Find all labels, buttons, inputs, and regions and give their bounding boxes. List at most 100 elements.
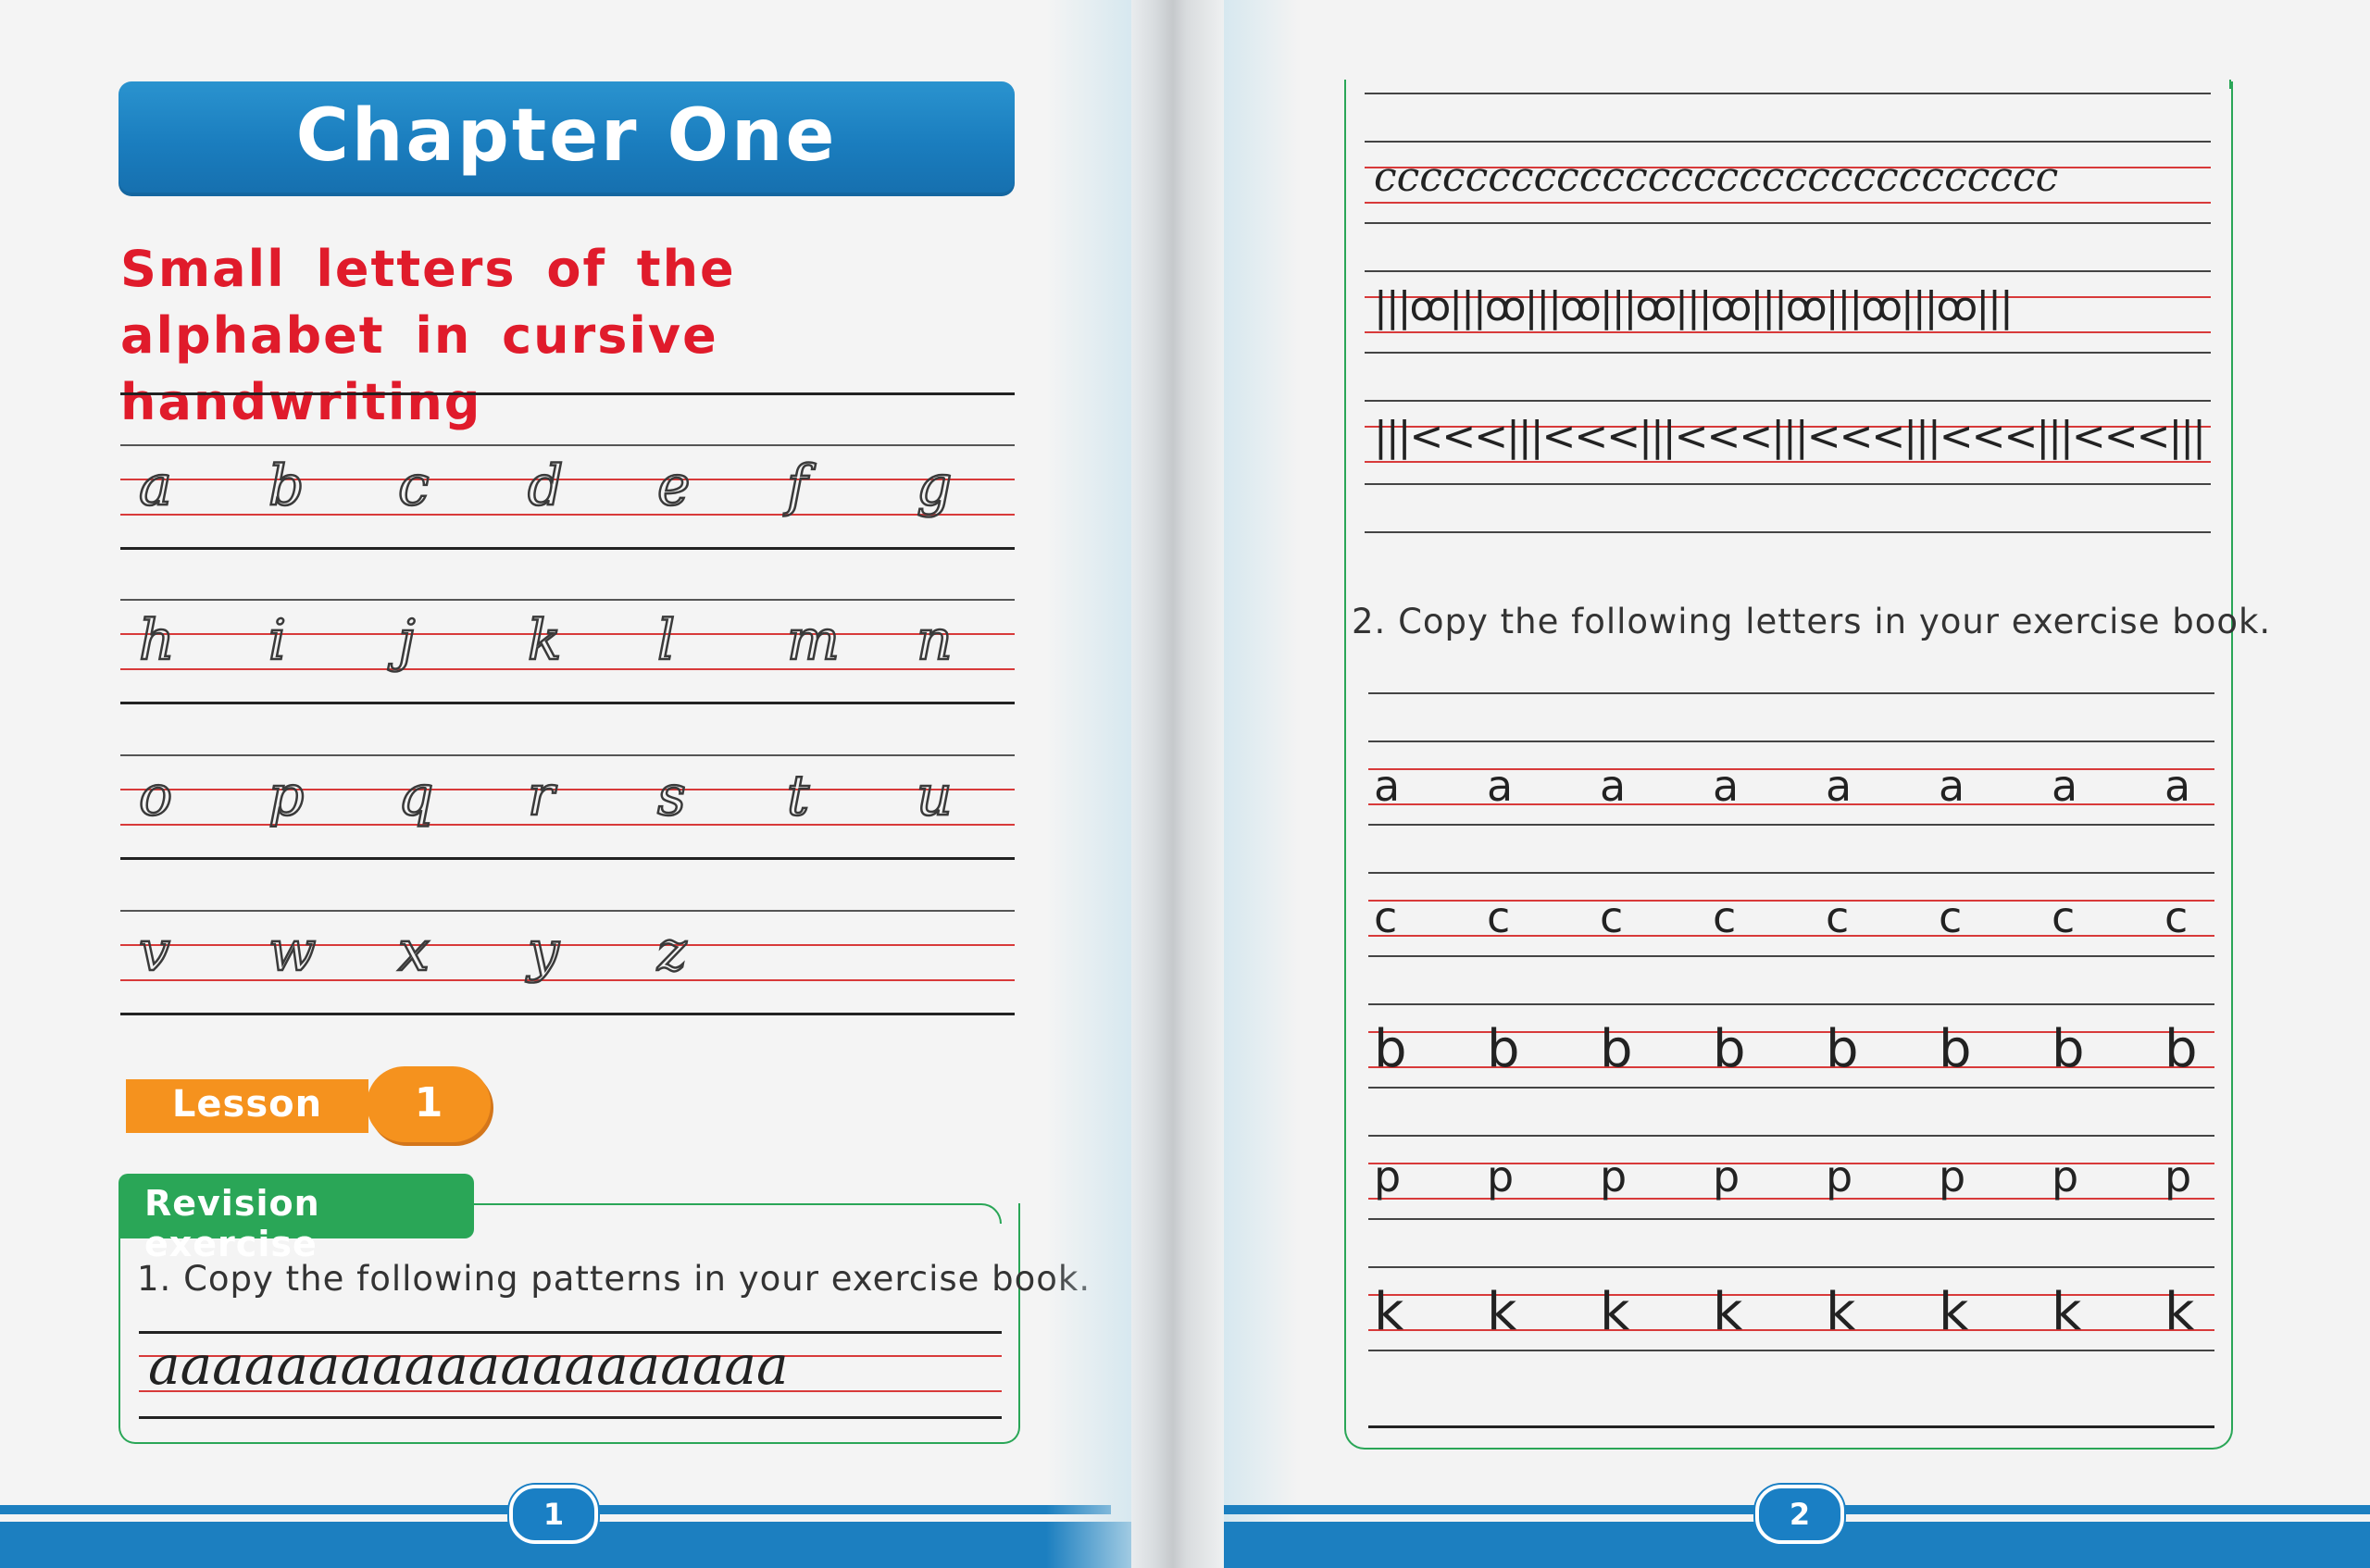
cursive-letter: b (268, 454, 306, 518)
right-page: cccccccccccccccccccccccccccccc |||ꝏ|||ꝏ||… (1224, 0, 2370, 1568)
copy-letter: b (2164, 1019, 2198, 1079)
guide-line (1365, 352, 2211, 354)
cursive-letter: w (268, 919, 318, 984)
copy-letter: c (2164, 892, 2189, 942)
guide-line (120, 444, 1015, 446)
cursive-letter: m (786, 608, 841, 673)
guide-line (120, 910, 1015, 912)
copy-letter: p (1600, 1151, 1628, 1201)
guide-line (1368, 1350, 2214, 1351)
guide-line (120, 1013, 1015, 1015)
copy-letter: k (1826, 1282, 1856, 1342)
cursive-letter: n (916, 608, 954, 673)
pattern-row2: |||ꝏ|||ꝏ|||ꝏ|||ꝏ|||ꝏ|||ꝏ|||ꝏ|||ꝏ||| (1374, 283, 2014, 330)
cursive-letter: x (397, 919, 430, 984)
copy-letter: b (1713, 1019, 1746, 1079)
exercise1-pattern: aaaaaaaaaaaaaaaaaaaa (148, 1338, 789, 1392)
cursive-letter: o (138, 764, 174, 828)
guide-redline (120, 944, 1015, 946)
guide-line (120, 754, 1015, 756)
copy-letter: k (1600, 1282, 1630, 1342)
guide-redline (120, 979, 1015, 981)
cursive-letter: e (656, 454, 692, 518)
copy-letter: c (1600, 892, 1624, 942)
copy-letter: k (1713, 1282, 1743, 1342)
guide-line (1368, 955, 2214, 957)
page-number: 1 (509, 1485, 598, 1544)
copy-letter: a (1374, 761, 1401, 811)
copy-letter: c (1487, 892, 1511, 942)
lesson-number-badge: 1 (367, 1066, 491, 1142)
copy-letter: b (2052, 1019, 2085, 1079)
guide-line (1365, 270, 2211, 272)
cursive-letter: u (916, 764, 954, 828)
copy-letter: k (2052, 1282, 2082, 1342)
guide-redline (120, 789, 1015, 790)
copy-letter: p (1374, 1151, 1402, 1201)
book-gutter (1131, 0, 1224, 1568)
cursive-letter: i (268, 608, 288, 673)
cursive-letter: g (916, 454, 954, 518)
guide-redline (120, 479, 1015, 480)
lesson-label: Lesson (171, 1083, 323, 1126)
cursive-letter: q (397, 764, 435, 828)
box-tick (1344, 80, 1346, 89)
cursive-letter: a (138, 454, 173, 518)
copy-letter: p (2164, 1151, 2192, 1201)
guide-redline (120, 824, 1015, 826)
revision-label: Revision exercise (144, 1183, 320, 1264)
guide-line (1368, 740, 2214, 742)
guide-redline (120, 514, 1015, 516)
guide-line (1368, 1425, 2214, 1428)
cursive-letter: v (138, 919, 171, 984)
copy-letter: p (1713, 1151, 1740, 1201)
copy-letter: c (1374, 892, 1398, 942)
copy-letter: b (1600, 1019, 1633, 1079)
copy-letter: a (1487, 761, 1514, 811)
chapter-banner: Chapter One (118, 81, 1015, 196)
copy-letter: b (1487, 1019, 1520, 1079)
copy-letter: p (1826, 1151, 1853, 1201)
exercise1-instruction: 1. Copy the following patterns in your e… (137, 1259, 1091, 1299)
copy-letter: b (1939, 1019, 1972, 1079)
guide-line (1368, 1266, 2214, 1268)
cursive-letter: k (527, 608, 563, 673)
cursive-letter: s (656, 764, 687, 828)
guide-line (1365, 222, 2211, 224)
lesson-tag: Lesson (126, 1079, 368, 1133)
guide-line (120, 857, 1015, 860)
copy-letter: b (1374, 1019, 1407, 1079)
guide-line (1365, 483, 2211, 485)
lesson-number: 1 (414, 1079, 443, 1126)
cursive-letter: h (138, 608, 176, 673)
left-page: Chapter One Small letters of the alphabe… (0, 0, 1131, 1568)
copy-letter: k (2164, 1282, 2195, 1342)
copy-letter: p (1487, 1151, 1515, 1201)
guide-line (120, 702, 1015, 704)
cursive-letter: r (527, 764, 555, 828)
exercise2-instruction: 2. Copy the following letters in your ex… (1352, 602, 2272, 641)
copy-letter: a (1713, 761, 1740, 811)
pattern-row3: |||<<<|||<<<|||<<<|||<<<|||<<<|||<<<|||<… (1374, 413, 2202, 460)
copy-letter: a (1826, 761, 1852, 811)
guide-line (1368, 1218, 2214, 1220)
guide-line (1365, 400, 2211, 402)
copy-letter: b (1826, 1019, 1859, 1079)
cursive-letter: f (786, 454, 809, 518)
guide-redline (120, 633, 1015, 635)
copy-letter: c (1826, 892, 1850, 942)
guide-line (1368, 1087, 2214, 1089)
copy-letter: a (1600, 761, 1627, 811)
copy-letter: c (1713, 892, 1737, 942)
cursive-letter: d (527, 454, 565, 518)
guide-redline (120, 668, 1015, 670)
guide-line (120, 392, 1015, 395)
copy-letter: p (2052, 1151, 2079, 1201)
box-tick (2229, 80, 2231, 89)
guide-line (1365, 141, 2211, 143)
cursive-letter: c (397, 454, 430, 518)
guide-line (120, 599, 1015, 601)
cursive-letter: j (397, 608, 417, 673)
guide-line (1365, 531, 2211, 533)
guide-line (1368, 824, 2214, 826)
